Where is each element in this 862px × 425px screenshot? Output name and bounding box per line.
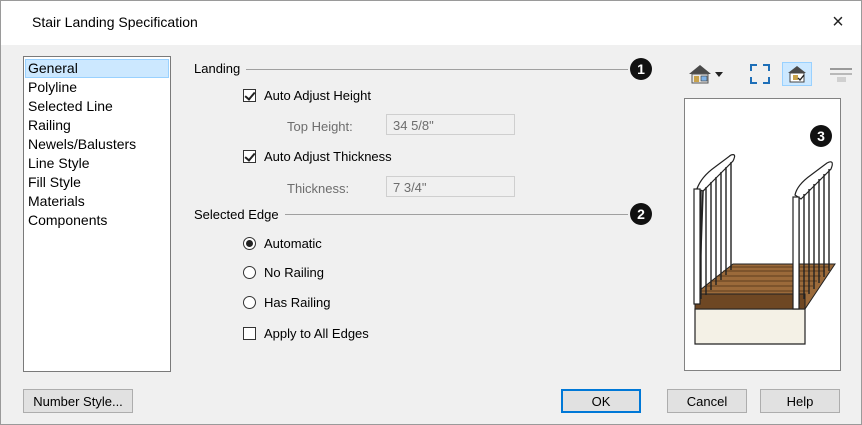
edge-group-label: Selected Edge (194, 207, 285, 222)
auto-adjust-thickness-row[interactable]: Auto Adjust Thickness (243, 149, 392, 164)
automatic-radio-row[interactable]: Automatic (243, 236, 322, 251)
no-railing-label: No Railing (264, 265, 324, 280)
top-height-field[interactable]: 34 5/8" (386, 114, 515, 135)
stair-landing-preview-image (693, 154, 836, 345)
has-railing-radio[interactable] (243, 296, 256, 309)
category-list[interactable]: General Polyline Selected Line Railing N… (23, 56, 171, 372)
no-railing-radio[interactable] (243, 266, 256, 279)
nav-item-selected-line[interactable]: Selected Line (24, 97, 170, 116)
top-height-label: Top Height: (287, 119, 353, 134)
nav-item-line-style[interactable]: Line Style (24, 154, 170, 173)
auto-adjust-height-label: Auto Adjust Height (264, 88, 371, 103)
dropdown-arrow-icon[interactable] (713, 62, 725, 86)
nav-item-polyline[interactable]: Polyline (24, 78, 170, 97)
no-railing-radio-row[interactable]: No Railing (243, 265, 324, 280)
nav-item-components[interactable]: Components (24, 211, 170, 230)
auto-adjust-height-row[interactable]: Auto Adjust Height (243, 88, 371, 103)
landing-group-rule (196, 69, 628, 70)
nav-item-general[interactable]: General (25, 59, 169, 78)
thickness-field[interactable]: 7 3/4" (386, 176, 515, 197)
automatic-radio[interactable] (243, 237, 256, 250)
has-railing-label: Has Railing (264, 295, 331, 310)
number-style-button[interactable]: Number Style... (23, 389, 133, 413)
thickness-label: Thickness: (287, 181, 350, 196)
dialog-window: Stair Landing Specification × General Po… (0, 0, 862, 425)
preview-pane[interactable]: 3 (684, 98, 841, 371)
toggle-rail-icon[interactable] (827, 62, 855, 86)
landing-group-label: Landing (194, 61, 247, 76)
title-bar: Stair Landing Specification × (1, 1, 861, 45)
auto-adjust-height-checkbox[interactable] (243, 89, 256, 102)
has-railing-radio-row[interactable]: Has Railing (243, 295, 330, 310)
camera-view-icon[interactable] (687, 62, 713, 86)
nav-item-newels-balusters[interactable]: Newels/Balusters (24, 135, 170, 154)
apply-all-edges-row[interactable]: Apply to All Edges (243, 326, 369, 341)
ok-button[interactable]: OK (561, 389, 641, 413)
fit-view-icon[interactable] (747, 62, 773, 86)
apply-all-edges-checkbox[interactable] (243, 327, 256, 340)
nav-item-materials[interactable]: Materials (24, 192, 170, 211)
auto-adjust-thickness-label: Auto Adjust Thickness (264, 149, 392, 164)
cancel-button[interactable]: Cancel (667, 389, 747, 413)
help-button[interactable]: Help (760, 389, 840, 413)
dialog-title: Stair Landing Specification (32, 14, 198, 30)
nav-item-fill-style[interactable]: Fill Style (24, 173, 170, 192)
automatic-label: Automatic (264, 236, 322, 251)
callout-1: 1 (630, 58, 652, 80)
close-icon[interactable]: × (825, 9, 851, 35)
auto-adjust-thickness-checkbox[interactable] (243, 150, 256, 163)
apply-all-edges-label: Apply to All Edges (264, 326, 369, 341)
show-object-icon[interactable] (782, 62, 812, 86)
callout-2: 2 (630, 203, 652, 225)
nav-item-railing[interactable]: Railing (24, 116, 170, 135)
